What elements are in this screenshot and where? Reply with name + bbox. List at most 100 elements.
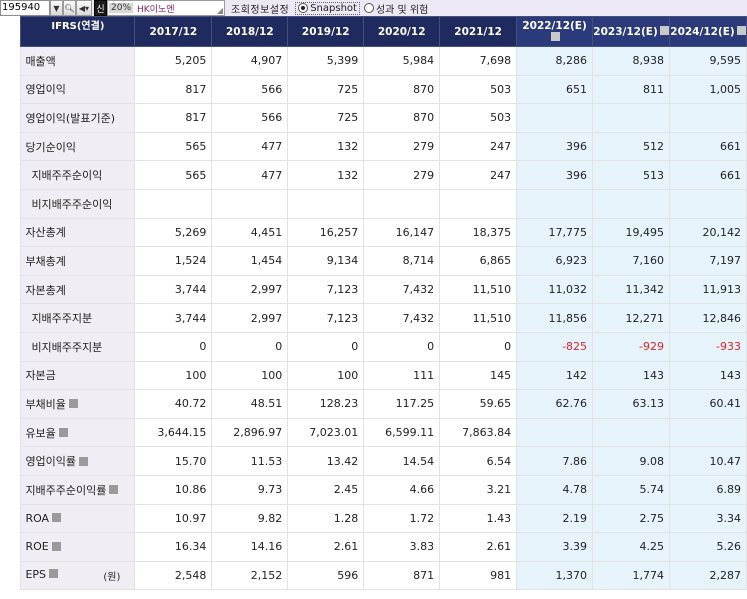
- table-row: 유보율 3,644.15 2,896.97 7,023.01 6,599.11 7,863…: [0, 417, 747, 448]
- info-icon[interactable]: [551, 32, 561, 41]
- estimate-cell: [592, 103, 670, 133]
- info-icon[interactable]: [68, 399, 78, 409]
- table-row: 영업이익(발표기준) 817 566 725 870 503: [0, 103, 747, 133]
- estimate-cell: 10.47: [669, 446, 747, 476]
- value-cell: 817: [134, 103, 213, 133]
- row-gutter: [0, 103, 21, 133]
- estimate-cell: 142: [516, 360, 594, 391]
- row-gutter: [0, 218, 21, 247]
- row-label-text: 당기순이익: [25, 140, 77, 154]
- value-cell: 5,399: [287, 46, 365, 76]
- value-cell: 817: [134, 74, 213, 105]
- value-cell: 596: [287, 560, 365, 591]
- value-cell: 503: [439, 74, 518, 105]
- header-period-estimate[interactable]: 2022/12(E): [516, 16, 594, 47]
- value-cell: 10.97: [134, 503, 213, 534]
- row-gutter: [0, 561, 21, 590]
- query-settings-label[interactable]: 조회정보설정: [231, 1, 289, 16]
- row-label: 지배주주순이익률: [20, 474, 136, 505]
- value-cell: 117.25: [363, 389, 441, 419]
- info-icon[interactable]: [659, 26, 669, 35]
- value-cell: 3,744: [134, 303, 213, 333]
- row-label-text: 비지배주주지분: [31, 340, 103, 354]
- value-cell: 2,548: [134, 560, 213, 591]
- table-header-row: IFRS(연결) 2017/12 2018/12 2019/12 2020/12…: [0, 16, 747, 47]
- info-icon[interactable]: [79, 456, 89, 466]
- chevron-down-icon: ▼: [53, 3, 60, 13]
- value-cell: 40.72: [134, 389, 213, 419]
- header-gutter: [0, 16, 21, 47]
- radio-snapshot[interactable]: Snapshot: [295, 1, 360, 15]
- value-cell: 870: [363, 103, 441, 133]
- radio-snapshot-label: Snapshot: [310, 2, 357, 14]
- value-cell: [287, 188, 365, 219]
- value-cell: 9.73: [211, 474, 289, 505]
- info-icon[interactable]: [109, 485, 119, 495]
- table-row: 지배주주지분 3,744 2,997 7,123 7,432 11,510 11,856 12…: [0, 303, 747, 333]
- toolbar: 195940 ▼ 🔍︎ ◀▾ 신 20% HK이노엔 ◢ 조회정보설정 Snap…: [0, 0, 747, 16]
- dropdown-button[interactable]: ▼: [50, 0, 63, 16]
- row-gutter: [0, 275, 21, 304]
- row-label: 유보율: [20, 417, 136, 448]
- row-gutter: [0, 361, 21, 390]
- estimate-cell: 661: [669, 131, 747, 162]
- row-label: 매출액: [20, 46, 136, 76]
- estimate-cell: -933: [669, 331, 747, 362]
- value-cell: 725: [287, 103, 365, 133]
- estimate-cell: 6,923: [516, 246, 594, 276]
- value-cell: 477: [211, 160, 289, 190]
- header-period[interactable]: 2021/12: [439, 16, 518, 47]
- estimate-cell: 5.26: [669, 532, 747, 562]
- header-ifrs: IFRS(연결): [20, 16, 136, 47]
- info-icon[interactable]: [49, 569, 59, 579]
- value-cell: 7,863.84: [439, 417, 518, 448]
- value-cell: 1,524: [134, 246, 213, 276]
- value-cell: [134, 188, 213, 219]
- header-period-estimate[interactable]: 2023/12(E): [592, 16, 670, 47]
- row-label-text: 매출액: [25, 54, 56, 68]
- value-cell: 725: [287, 74, 365, 105]
- value-cell: 100: [287, 360, 365, 391]
- info-icon[interactable]: [58, 428, 68, 438]
- value-cell: 4,907: [211, 46, 289, 76]
- value-cell: 477: [211, 131, 289, 162]
- table-row: 비지배주주지분 0 0 0 0 0 -825 -929 -933: [0, 331, 747, 362]
- stock-name-field[interactable]: 20% HK이노엔 ◢: [107, 0, 225, 16]
- header-period-estimate[interactable]: 2024/12(E): [669, 16, 747, 47]
- header-period[interactable]: 2017/12: [134, 16, 213, 47]
- header-period[interactable]: 2019/12: [287, 16, 365, 47]
- value-cell: 14.54: [363, 446, 441, 476]
- value-cell: 7,698: [439, 46, 518, 76]
- estimate-cell: 11,342: [592, 274, 670, 305]
- table-row: 부채비율 40.72 48.51 128.23 117.25 59.65 62.76 63.1…: [0, 389, 747, 419]
- header-period[interactable]: 2018/12: [211, 16, 289, 47]
- new-badge[interactable]: 신: [94, 0, 107, 16]
- row-label: 비지배주주지분: [20, 331, 136, 362]
- value-cell: 10.86: [134, 474, 213, 505]
- header-period[interactable]: 2020/12: [363, 16, 441, 47]
- info-icon[interactable]: [51, 541, 61, 551]
- row-label-text: 비지배주주순이익: [31, 197, 113, 211]
- info-icon[interactable]: [52, 513, 62, 523]
- estimate-cell: -929: [592, 331, 670, 362]
- value-cell: 0: [287, 331, 365, 362]
- row-label: 부채비율: [20, 389, 136, 419]
- estimate-cell: [669, 103, 747, 133]
- row-label-text: 지배주주지분: [31, 312, 93, 326]
- sound-button[interactable]: ◀▾: [76, 0, 92, 16]
- radio-performance-risk[interactable]: 성과 및 위험: [363, 1, 428, 16]
- value-cell: 7,023.01: [287, 417, 365, 448]
- info-icon[interactable]: [736, 26, 746, 35]
- table-row: ROA 10.97 9.82 1.28 1.72 1.43 2.19 2.75 3.34: [0, 503, 747, 534]
- row-label-text: 자본금: [25, 369, 56, 383]
- row-label-text: 영업이익: [25, 83, 66, 97]
- value-cell: 5,984: [363, 46, 441, 76]
- estimate-cell: 396: [516, 131, 594, 162]
- value-cell: 3.21: [439, 474, 518, 505]
- value-cell: 247: [439, 160, 518, 190]
- stock-code-input[interactable]: 195940: [0, 0, 50, 16]
- search-button[interactable]: 🔍︎: [63, 0, 76, 16]
- estimate-cell: [592, 188, 670, 219]
- value-cell: 1.28: [287, 503, 365, 534]
- row-gutter: [0, 504, 21, 533]
